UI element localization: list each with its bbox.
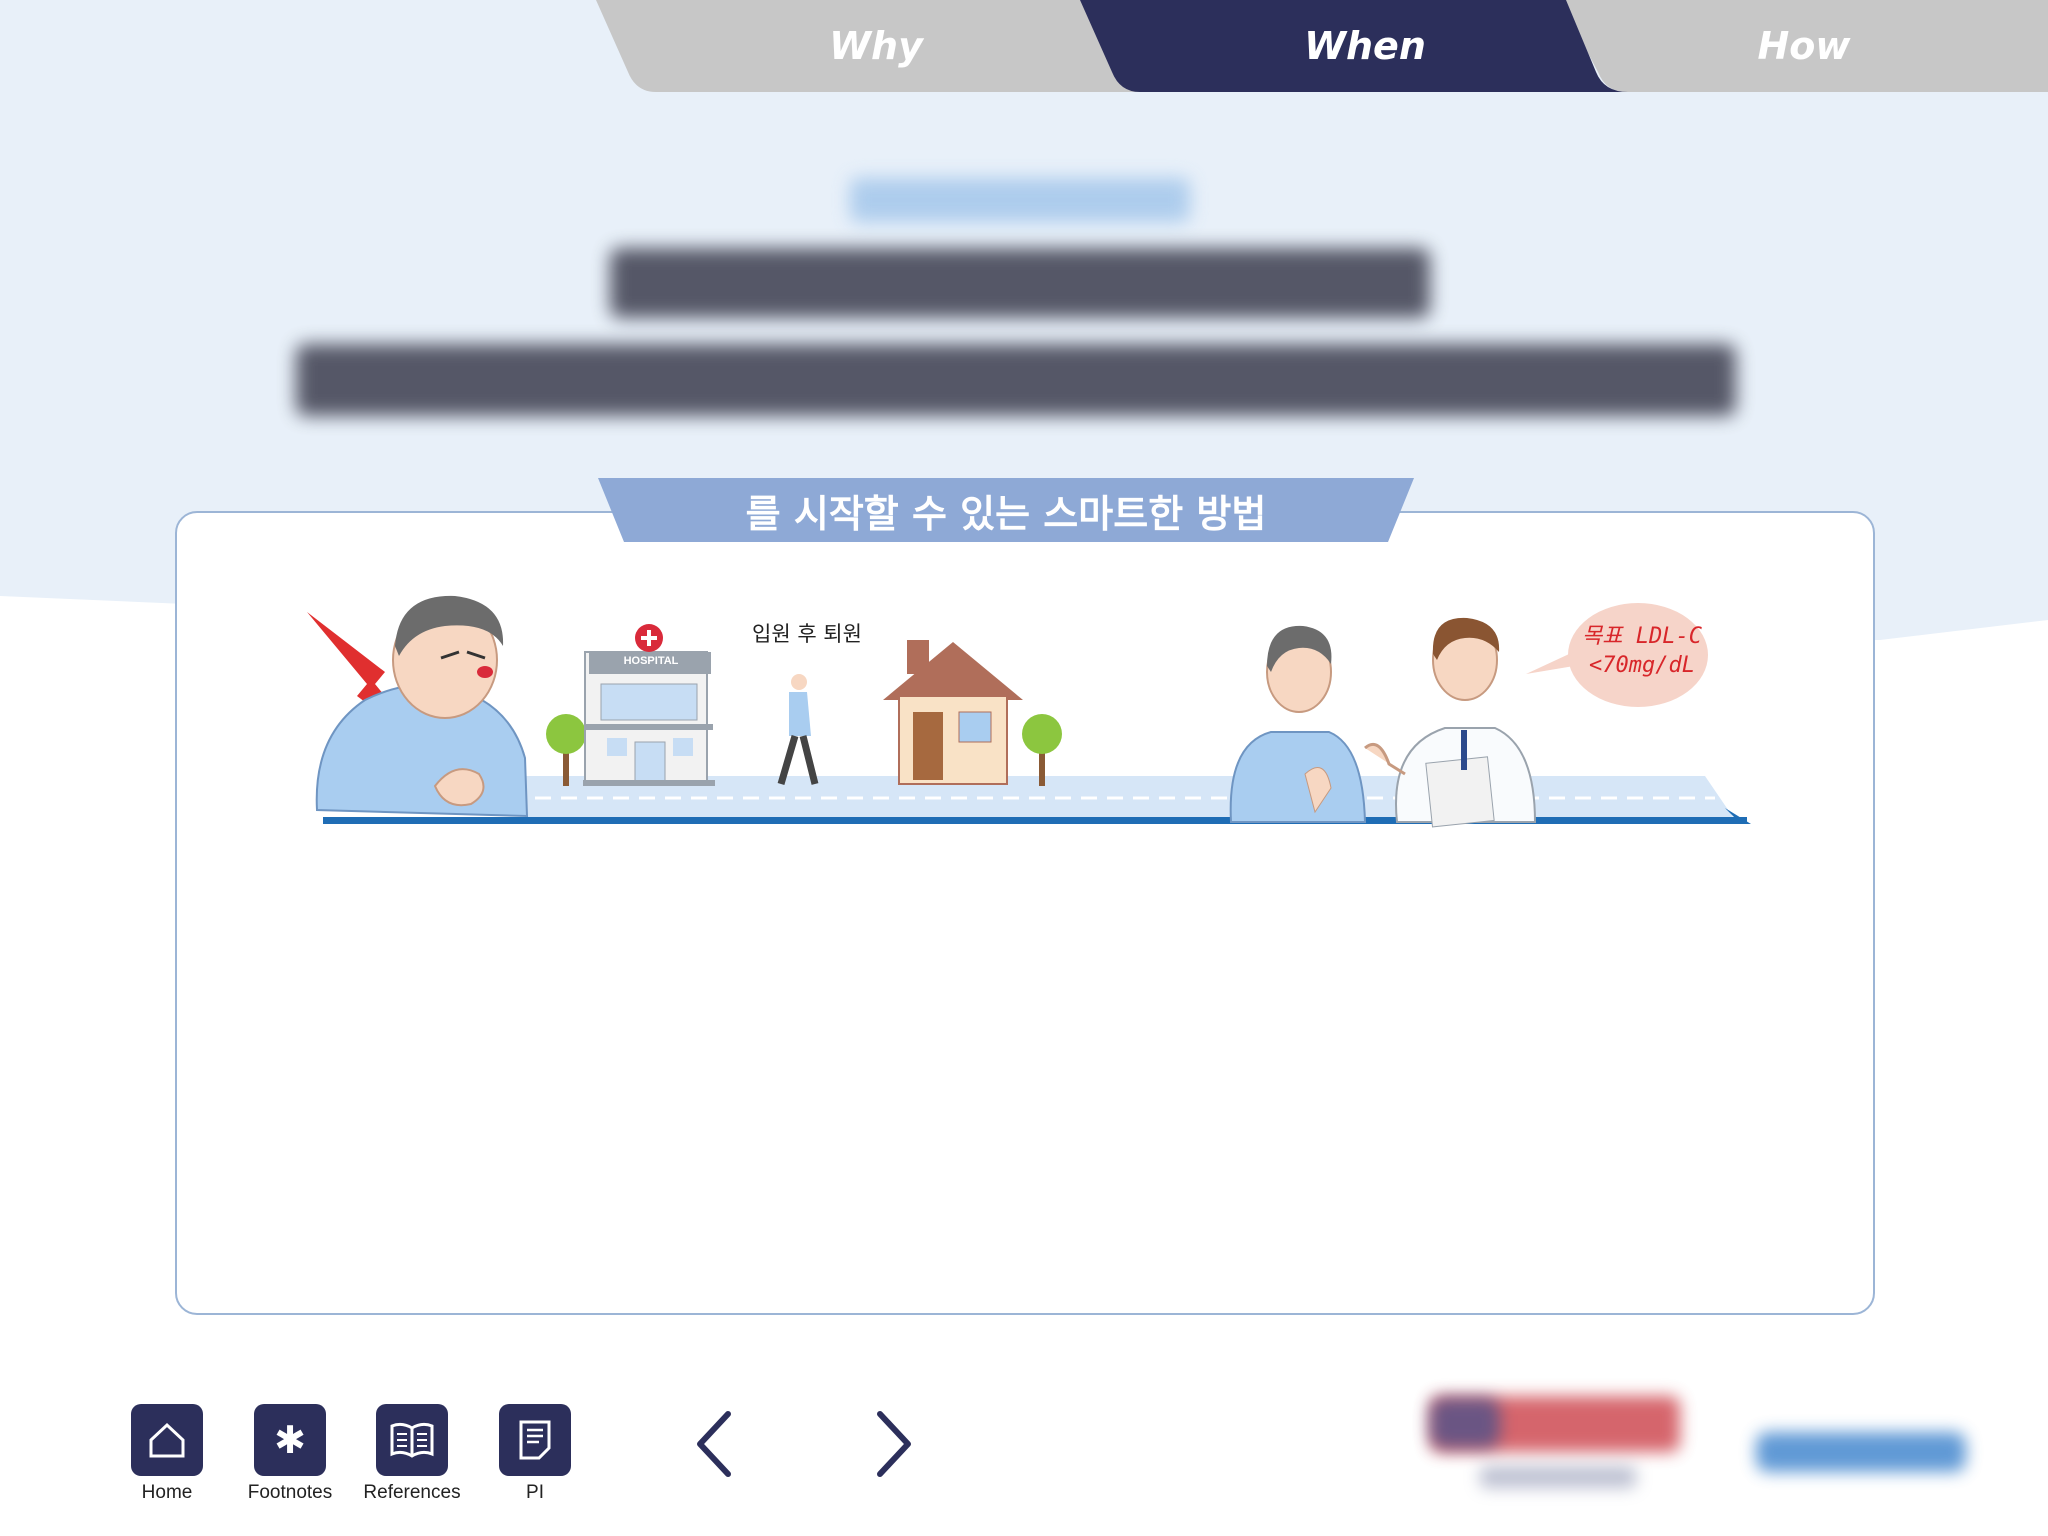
blurred-subtitle — [850, 178, 1190, 222]
references-button[interactable]: References — [363, 1404, 461, 1504]
tree-icon — [1022, 714, 1062, 786]
next-arrow-icon[interactable] — [860, 1408, 920, 1480]
home-icon — [131, 1404, 203, 1476]
footnotes-label: Footnotes — [247, 1482, 333, 1503]
bubble-line1: 목표 LDL-C — [1582, 624, 1702, 649]
company-logo — [1756, 1432, 1966, 1472]
previous-arrow-icon[interactable] — [688, 1408, 748, 1480]
asterisk-icon: ✱ — [254, 1404, 326, 1476]
tab-when-label: When — [1304, 24, 1426, 68]
book-icon — [376, 1404, 448, 1476]
house-icon — [883, 640, 1023, 785]
brand-logo-tagline — [1480, 1466, 1636, 1488]
references-label: References — [363, 1482, 461, 1503]
hospital-sign: HOSPITAL — [623, 655, 679, 667]
walking-man-figure — [777, 674, 819, 785]
document-icon — [499, 1404, 571, 1476]
speech-bubble-text: 목표 LDL-C <70mg/dL — [1572, 622, 1712, 680]
brand-logo-mark — [1430, 1398, 1500, 1448]
footnotes-button[interactable]: ✱ Footnotes — [248, 1404, 332, 1504]
card-banner-text: 를 시작할 수 있는 스마트한 방법 — [745, 491, 1267, 536]
walk-caption: 입원 후 퇴원 — [752, 622, 862, 646]
card-banner: 를 시작할 수 있는 스마트한 방법 — [598, 478, 1414, 542]
pi-button[interactable]: PI — [498, 1404, 572, 1504]
home-label: Home — [141, 1482, 193, 1503]
blurred-headline-line1 — [610, 248, 1430, 318]
tree-icon — [546, 714, 586, 786]
blurred-headline-line2 — [296, 344, 1736, 416]
home-button[interactable]: Home — [130, 1404, 204, 1504]
bubble-line2: <70mg/dL — [1589, 653, 1695, 678]
tab-why[interactable]: Why — [596, 0, 1156, 92]
hospital-building-icon — [583, 624, 715, 786]
pi-label: PI — [526, 1482, 544, 1503]
tab-when[interactable]: When — [1080, 0, 1650, 92]
patient-figure — [1229, 625, 1367, 823]
tab-how-label: How — [1757, 24, 1851, 68]
man-in-pain-figure — [315, 595, 529, 818]
tab-why-label: Why — [829, 24, 923, 68]
